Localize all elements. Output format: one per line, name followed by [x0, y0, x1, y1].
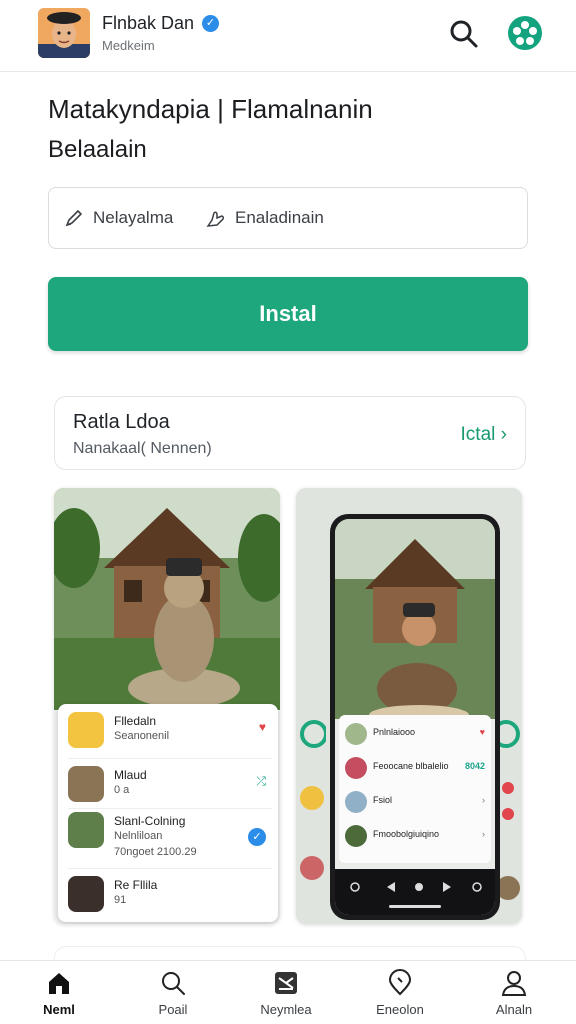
divider [68, 808, 272, 809]
side-decor-left [300, 720, 326, 880]
list-item-subtitle: 91 [114, 894, 127, 906]
list-item-subtitle: 0 a [114, 784, 130, 796]
info-card-subtitle: Nanakaal( Nennen) [73, 440, 212, 457]
search-icon [162, 972, 185, 995]
feature-chips: Nelayalma Enaladinain [48, 187, 528, 249]
brand-icon[interactable] [508, 16, 542, 50]
phone-mockup: Pnlnlaiooo ♥ Feoocane blbalelio 8042 Fsi… [330, 514, 500, 920]
phone-nav-bar [335, 869, 495, 915]
list-item[interactable]: Re Fllila 91 [68, 876, 272, 916]
chip-pen[interactable]: Nelayalma [63, 188, 173, 248]
developer-subtitle: Medkeim [102, 38, 155, 53]
heart-icon[interactable]: ♥ [480, 727, 485, 737]
list-item-title: Slanl-Colning [114, 814, 186, 828]
verified-icon: ✓ [202, 15, 219, 32]
nav-label: Eneolon [376, 1002, 424, 1017]
screenshot-left[interactable]: Flledaln Seanonenil ♥ Mlaud 0 a ⤮ Slanl-… [54, 488, 280, 924]
info-card-link-label: Ictal [460, 424, 496, 445]
phone-list-label: Fsiol [373, 795, 393, 805]
nav-search[interactable]: Poail [125, 969, 221, 1017]
list-thumb [68, 766, 104, 802]
list-item-title: Re Fllila [114, 878, 158, 892]
mail-icon [275, 972, 297, 994]
phone-scene-image [335, 519, 495, 725]
profile-icon [501, 971, 527, 996]
chip-hand[interactable]: Enaladinain [205, 188, 324, 248]
chip-label: Nelayalma [93, 208, 174, 227]
phone-list-thumb [345, 791, 367, 813]
chevron-right-icon: › [500, 424, 507, 445]
scene-image [54, 488, 280, 710]
bottom-nav: Neml Poail Neymlea Eneolon Alnaln [0, 960, 576, 1024]
developer-avatar[interactable] [38, 8, 90, 58]
phone-list: Pnlnlaiooo ♥ Feoocane blbalelio 8042 Fsi… [339, 715, 491, 863]
phone-list-thumb [345, 723, 367, 745]
nav-label: Neml [43, 1002, 75, 1017]
screenshot-right[interactable]: Pnlnlaiooo ♥ Feoocane blbalelio 8042 Fsi… [296, 488, 522, 924]
shuffle-icon[interactable]: ⤮ [256, 774, 266, 789]
info-card-title: Ratla Ldoa [73, 411, 170, 433]
list-item-title: Flledaln [114, 714, 157, 728]
phone-list-item[interactable]: Pnlnlaiooo ♥ [345, 721, 485, 747]
info-card-link[interactable]: Ictal › [461, 424, 507, 446]
chip-label: Enaladinain [235, 208, 324, 227]
list-item[interactable]: Flledaln Seanonenil ♥ [68, 712, 272, 752]
phone-list-item[interactable]: Feoocane blbalelio 8042 [345, 755, 485, 781]
list-item[interactable]: Mlaud 0 a ⤮ [68, 766, 272, 806]
phone-list-label: Fmoobolgiuiqino [373, 829, 440, 839]
list-item-subtitle: Seanonenil [114, 730, 170, 742]
phone-list-value: 8042 [464, 761, 485, 771]
list-thumb [68, 712, 104, 748]
nav-label: Neymlea [260, 1002, 312, 1017]
search-icon[interactable] [448, 18, 480, 50]
phone-list-thumb [345, 757, 367, 779]
list-item-subtitle: Nelnliloan [114, 830, 163, 842]
app-list-card: Flledaln Seanonenil ♥ Mlaud 0 a ⤮ Slanl-… [58, 704, 278, 922]
nav-label: Alnaln [495, 1002, 533, 1017]
phone-list-label: Feoocane blbalelio [373, 761, 449, 771]
list-thumb [68, 876, 104, 912]
divider [68, 868, 272, 869]
pen-icon [65, 209, 83, 227]
divider [68, 758, 272, 759]
install-button[interactable]: Instal [48, 277, 528, 351]
app-header: Flnbak Dan ✓ Medkeim [0, 0, 576, 72]
home-icon [49, 973, 69, 994]
list-item-meta: 70ngoet 2100.29 [114, 846, 197, 858]
location-icon [388, 969, 412, 996]
chevron-right-icon[interactable]: › [482, 829, 485, 839]
hand-icon [206, 211, 225, 227]
list-thumb [68, 812, 104, 848]
list-item-title: Mlaud [114, 768, 147, 782]
nav-label: Poail [158, 1002, 188, 1017]
info-card[interactable]: Ratla Ldoa Nanakaal( Nennen) Ictal › [54, 396, 526, 470]
phone-screen: Pnlnlaiooo ♥ Feoocane blbalelio 8042 Fsi… [335, 519, 495, 915]
check-icon[interactable]: ✓ [248, 828, 266, 846]
heart-icon[interactable]: ♥ [259, 720, 266, 734]
app-subtitle: Belaalain [48, 136, 147, 163]
nav-mail[interactable]: Neymlea [238, 969, 334, 1017]
nav-location[interactable]: Eneolon [352, 969, 448, 1017]
chevron-right-icon[interactable]: › [482, 795, 485, 805]
phone-list-label: Pnlnlaiooo [373, 727, 416, 737]
nav-profile[interactable]: Alnaln [466, 969, 562, 1017]
list-item[interactable]: Slanl-Colning Nelnliloan 70ngoet 2100.29… [68, 812, 272, 864]
app-title: Matakyndapia | Flamalnanin [48, 94, 373, 124]
nav-home[interactable]: Neml [11, 969, 107, 1017]
developer-name[interactable]: Flnbak Dan [102, 13, 194, 34]
phone-list-item[interactable]: Fsiol › [345, 789, 485, 815]
phone-list-item[interactable]: Fmoobolgiuiqino › [345, 823, 485, 849]
phone-list-thumb [345, 825, 367, 847]
